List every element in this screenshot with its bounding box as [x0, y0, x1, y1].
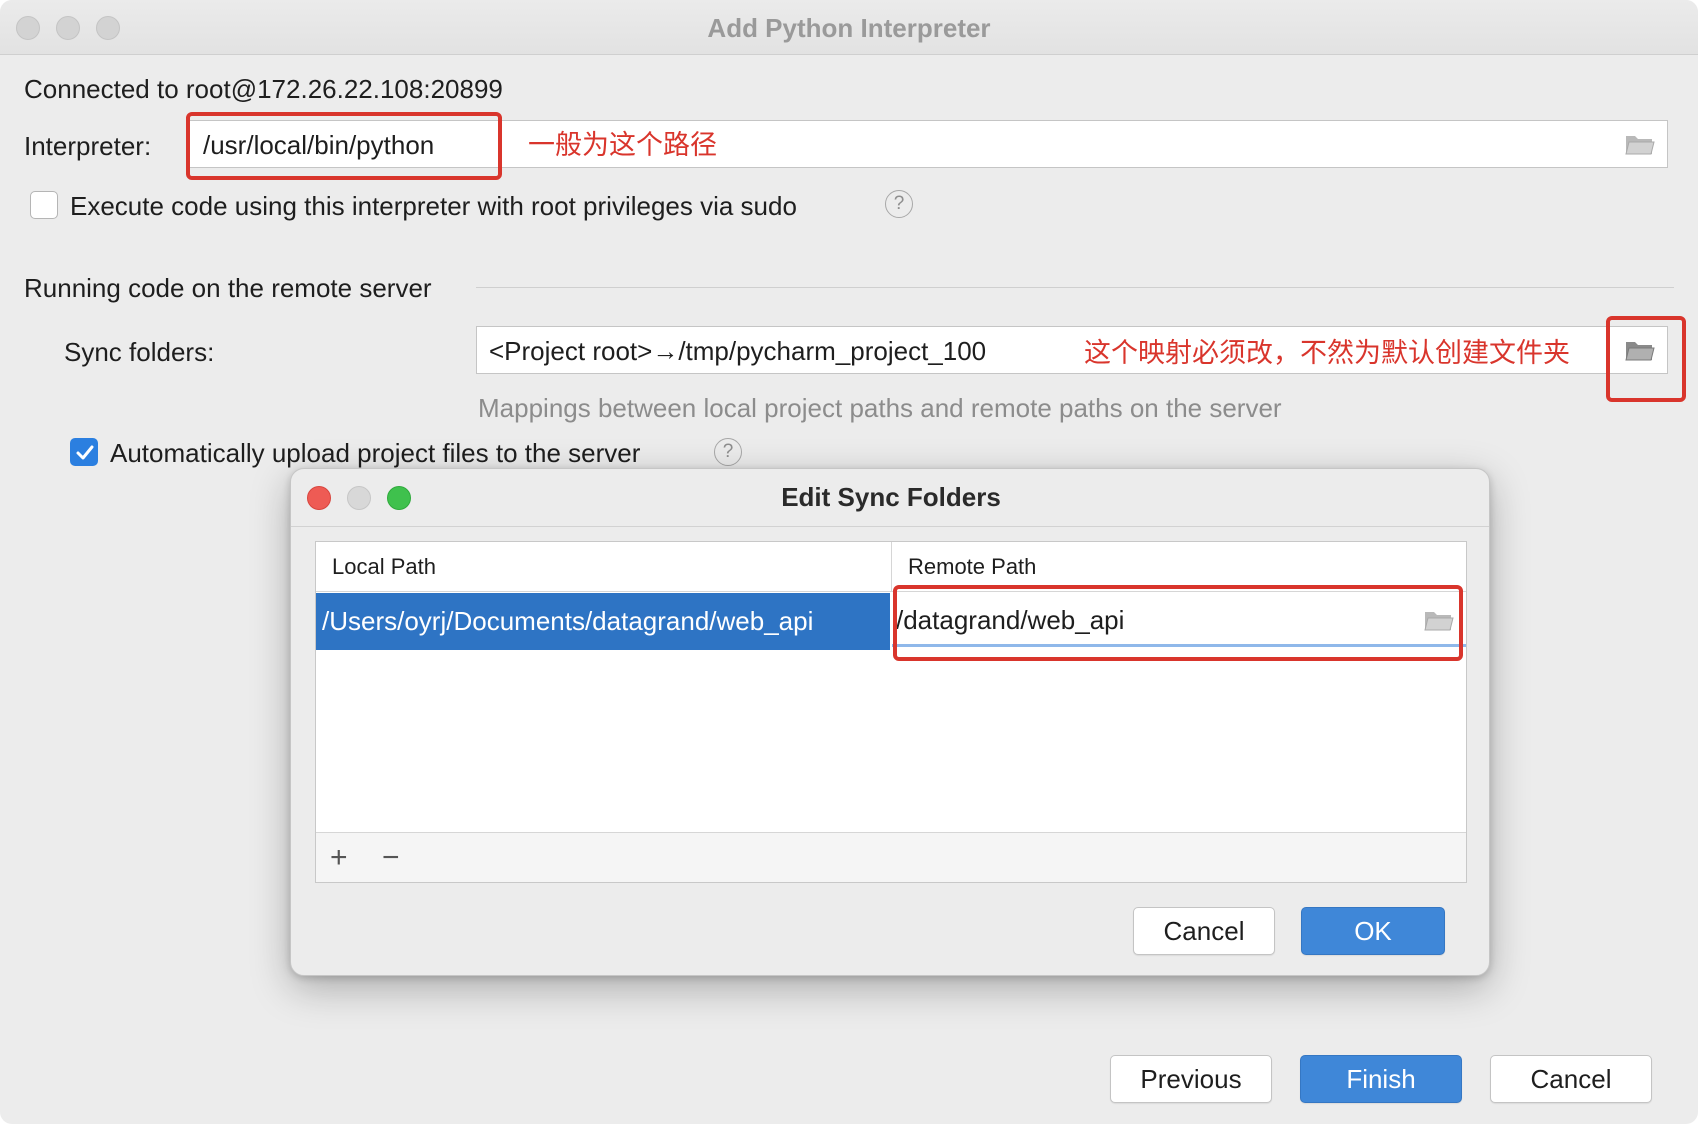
table-toolbar: + −: [316, 832, 1466, 882]
section-divider: [476, 287, 1674, 288]
finish-button[interactable]: Finish: [1300, 1055, 1462, 1103]
cancel-button[interactable]: Cancel: [1490, 1055, 1652, 1103]
previous-button[interactable]: Previous: [1110, 1055, 1272, 1103]
folder-open-icon[interactable]: [1625, 133, 1655, 155]
dialog-cancel-button[interactable]: Cancel: [1133, 907, 1275, 955]
dialog-title: Edit Sync Folders: [781, 482, 1001, 512]
auto-upload-label: Automatically upload project files to th…: [110, 438, 641, 468]
sudo-checkbox[interactable]: [30, 191, 58, 219]
add-icon[interactable]: +: [330, 841, 348, 875]
dialog-titlebar: Edit Sync Folders: [291, 469, 1489, 527]
auto-upload-checkbox[interactable]: [70, 438, 98, 466]
question-icon[interactable]: ?: [885, 190, 913, 218]
sync-folders-value: <Project root>→/tmp/pycharm_project_100: [489, 336, 987, 366]
sync-folders-label: Sync folders:: [64, 337, 215, 367]
interpreter-highlight-box: [186, 112, 502, 180]
checkmark-icon: [76, 445, 94, 460]
sync-folders-highlight-box: [1606, 316, 1686, 402]
interpreter-label: Interpreter:: [24, 131, 152, 161]
interpreter-annotation: 一般为这个路径: [528, 130, 717, 161]
table-cell-local-path[interactable]: /Users/oyrj/Documents/datagrand/web_api: [316, 593, 890, 650]
window-titlebar: Add Python Interpreter: [0, 0, 1698, 55]
dialog-ok-button[interactable]: OK: [1301, 907, 1445, 955]
sudo-checkbox-label: Execute code using this interpreter with…: [70, 191, 797, 221]
connection-status: Connected to root@172.26.22.108:20899: [24, 74, 503, 104]
remove-icon[interactable]: −: [382, 841, 400, 875]
question-icon[interactable]: ?: [714, 438, 742, 466]
sync-folders-hint: Mappings between local project paths and…: [478, 393, 1282, 423]
edit-sync-folders-dialog: Edit Sync Folders Local Path Remote Path…: [290, 468, 1490, 976]
column-header-local-path[interactable]: Local Path: [316, 542, 892, 592]
remote-path-highlight-box: [893, 585, 1463, 661]
remote-section-title: Running code on the remote server: [24, 273, 432, 303]
window-title: Add Python Interpreter: [707, 13, 991, 43]
sync-folders-annotation: 这个映射必须改，不然为默认创建文件夹: [1084, 338, 1570, 369]
